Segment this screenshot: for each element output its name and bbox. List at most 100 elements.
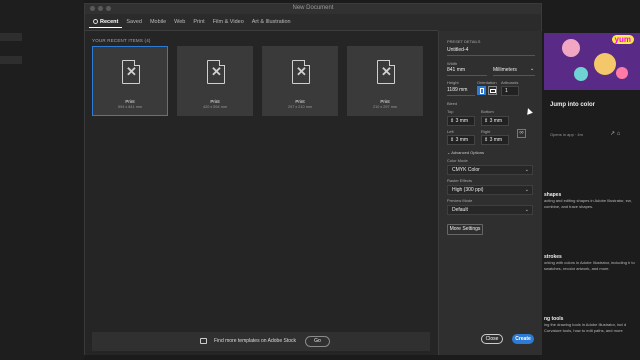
recent-item[interactable]: ✕ Print 297 x 210 mm	[262, 46, 338, 116]
artboards-field[interactable]: 1	[501, 86, 519, 96]
color-mode-label: Color Mode	[447, 158, 468, 163]
preset-details-heading: PRESET DETAILS	[447, 39, 481, 44]
width-field[interactable]: 841 mm	[447, 66, 487, 76]
tab-saved[interactable]: Saved	[122, 16, 146, 28]
recent-item-name: Print	[210, 99, 220, 104]
artboards-label: Artboards	[501, 80, 519, 85]
hero-badge: yum	[611, 35, 634, 44]
document-x-icon: ✕	[377, 60, 395, 84]
advanced-options-toggle[interactable]: ⌄ Advanced Options	[447, 150, 484, 155]
stock-label: Find more templates on Adobe Stock	[214, 338, 296, 344]
recent-items-title: YOUR RECENT ITEMS	[92, 38, 144, 43]
bleed-top-value: ⇕ 3 mm	[450, 118, 469, 124]
units-value: Millimeters	[493, 67, 517, 73]
tab-mobile[interactable]: Mobile	[146, 16, 170, 28]
preview-mode-dropdown[interactable]: Default ⌄	[447, 205, 533, 215]
go-button[interactable]: Go	[305, 336, 330, 347]
preview-mode-value: Default	[452, 207, 468, 213]
recent-item[interactable]: ✕ Print 420 x 594 mm	[177, 46, 253, 116]
tab-recent[interactable]: Recent	[89, 16, 123, 28]
raster-effects-dropdown[interactable]: High (300 ppi) ⌄	[447, 185, 533, 195]
recent-item-dims: 297 x 210 mm	[287, 105, 313, 109]
chevron-down-icon: ⌄	[524, 207, 529, 213]
learn-hero-image: yum	[544, 33, 640, 90]
units-dropdown[interactable]: Millimeters ⌄	[493, 66, 535, 76]
new-document-dialog: New Document Recent Saved Mobile Web Pri…	[84, 3, 542, 355]
tab-label: Recent	[100, 19, 119, 25]
orientation-label: Orientation	[477, 80, 497, 85]
learn-section-drawing-tools[interactable]: ng tools ing the drawing tools in Adobe …	[544, 316, 640, 334]
bleed-label: Bleed	[447, 101, 458, 106]
recent-items-heading: YOUR RECENT ITEMS (4)	[92, 38, 151, 43]
top-label: Top	[447, 109, 454, 114]
chevron-down-icon: ⌄	[524, 167, 529, 173]
chevron-down-icon: ⌄	[524, 187, 529, 193]
learn-section-text: orking with colors in Adobe Illustrator,…	[544, 260, 635, 271]
recent-item-dims: 420 x 594 mm	[202, 105, 228, 109]
tab-art-illustration[interactable]: Art & Illustration	[248, 16, 295, 28]
tab-print[interactable]: Print	[189, 16, 208, 28]
more-settings-button[interactable]: More Settings	[447, 224, 483, 235]
document-x-icon: ✕	[292, 60, 310, 84]
learn-section-strokes[interactable]: strokes orking with colors in Adobe Illu…	[544, 254, 640, 272]
title-bar: New Document	[85, 4, 541, 14]
bottom-label: Bottom	[481, 109, 494, 114]
background-bar	[0, 56, 22, 64]
height-field[interactable]: 1189 mm	[447, 86, 475, 96]
category-tabs: Recent Saved Mobile Web Print Film & Vid…	[89, 16, 295, 28]
bleed-bottom-value: ⇕ 3 mm	[484, 118, 503, 124]
height-value: 1189 mm	[447, 87, 468, 93]
recent-items-area: YOUR RECENT ITEMS (4) ✕ Print 594 x 841 …	[85, 31, 438, 355]
share-icon[interactable]: ↗ ⌂	[610, 130, 620, 137]
recent-items-grid: ✕ Print 594 x 841 mm ✕ Print 420 x 594 m…	[92, 46, 423, 116]
close-button[interactable]: Close	[481, 334, 503, 344]
bleed-bottom-field[interactable]: ⇕ 3 mm	[481, 116, 509, 126]
background-app-left	[0, 0, 84, 360]
recent-item-dims: 594 x 841 mm	[117, 105, 143, 109]
document-name: Untitled-4	[447, 47, 469, 53]
screen: yum Jump into color Opens in app · 4m ↗ …	[0, 0, 640, 360]
learn-section-text: acting and editing shapes in Adobe Illus…	[544, 198, 632, 209]
document-name-field[interactable]: Untitled-4	[447, 46, 535, 56]
artboards-value: 1	[505, 88, 508, 94]
recent-item[interactable]: ✕ Print 210 x 297 mm	[347, 46, 423, 116]
color-mode-dropdown[interactable]: CMYK Color ⌄	[447, 165, 533, 175]
recent-item-name: Print	[380, 99, 390, 104]
recent-items-count: (4)	[144, 38, 151, 43]
recent-item[interactable]: ✕ Print 594 x 841 mm	[92, 46, 168, 116]
bleed-right-field[interactable]: ⇕ 3 mm	[481, 135, 509, 145]
left-label: Left	[447, 129, 454, 134]
tab-film-video[interactable]: Film & Video	[209, 16, 248, 28]
recent-item-dims: 210 x 297 mm	[372, 105, 398, 109]
document-x-icon: ✕	[207, 60, 225, 84]
create-button[interactable]: Create	[512, 334, 534, 344]
landscape-icon[interactable]	[488, 86, 497, 95]
height-label: Height	[447, 80, 459, 85]
right-label: Right	[481, 129, 491, 134]
preset-details-panel: PRESET DETAILS Untitled-4 Width 841 mm M…	[438, 31, 542, 355]
stock-icon	[200, 338, 207, 344]
learn-section-shapes[interactable]: shapes acting and editing shapes in Adob…	[544, 192, 640, 210]
bleed-left-field[interactable]: ⇕ 3 mm	[447, 135, 475, 145]
raster-effects-value: High (300 ppi)	[452, 187, 484, 193]
portrait-icon[interactable]	[477, 86, 486, 95]
width-value: 841 mm	[447, 67, 466, 73]
tab-web[interactable]: Web	[170, 16, 189, 28]
bleed-right-value: ⇕ 3 mm	[484, 137, 503, 143]
recent-item-name: Print	[295, 99, 305, 104]
document-x-icon: ✕	[122, 60, 140, 84]
raster-effects-label: Raster Effects	[447, 178, 473, 183]
learn-card-meta: Opens in app · 4m	[550, 132, 583, 137]
bleed-left-value: ⇕ 3 mm	[450, 137, 469, 143]
color-mode-value: CMYK Color	[452, 167, 480, 173]
chevron-down-icon: ⌄	[530, 66, 535, 72]
recent-item-name: Print	[125, 99, 135, 104]
learn-card-title[interactable]: Jump into color	[550, 102, 595, 108]
link-icon[interactable]: ∞	[517, 129, 526, 138]
background-bar	[0, 33, 22, 41]
clock-icon	[93, 19, 98, 24]
preview-mode-label: Preview Mode	[447, 198, 473, 203]
learn-section-text: ing the drawing tools in Adobe Illustrat…	[544, 322, 627, 333]
bleed-top-field[interactable]: ⇕ 3 mm	[447, 116, 475, 126]
window-title: New Document	[292, 5, 334, 11]
